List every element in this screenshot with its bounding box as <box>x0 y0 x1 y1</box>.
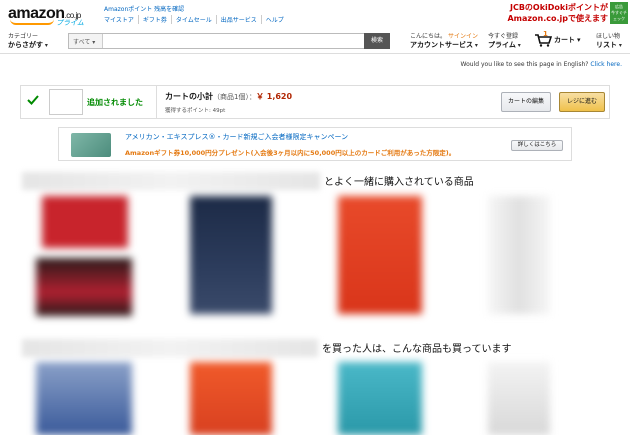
wish-small: ほしい物 <box>596 33 621 40</box>
edit-cart-button[interactable]: カートの編集 <box>501 92 551 112</box>
search-button[interactable]: 検索 <box>364 33 390 49</box>
amazon-cart-added-page: amazon.co.jp プライム Amazonポイント 残高を確認 マイストア… <box>0 0 630 435</box>
promo-check-label: 今すぐチェック <box>611 10 627 21</box>
category-menu[interactable]: カテゴリー からさがす ▾ <box>8 32 48 50</box>
jcb-promo[interactable]: JCBのOkiDokiポイントが Amazon.co.jpで使えます <box>500 2 608 24</box>
campaign-title[interactable]: アメリカン・エキスプレス®・カード新規ご入会者様限定キャンペーン <box>125 132 348 142</box>
chevron-down-icon: ▾ <box>618 42 622 49</box>
chevron-down-icon: ▾ <box>92 39 96 46</box>
nav-bar: カテゴリー からさがす ▾ すべて ▾ 検索 こんにちは。 サインイン アカウン… <box>0 30 630 54</box>
product-image[interactable] <box>488 196 550 314</box>
product-image[interactable] <box>42 196 128 248</box>
top-link-giftcard[interactable]: ギフト券 <box>139 15 172 24</box>
top-link-help[interactable]: ヘルプ <box>262 15 288 24</box>
search-scope-select[interactable]: すべて ▾ <box>69 34 103 48</box>
wish-main: リスト <box>596 41 617 49</box>
search-scope-label: すべて <box>73 39 91 46</box>
logo-prime: プライム <box>56 19 84 27</box>
product-image[interactable] <box>36 362 132 435</box>
chevron-down-icon: ▾ <box>517 42 521 49</box>
top-link-mystore[interactable]: マイストア <box>104 15 139 24</box>
product-image[interactable] <box>488 362 550 435</box>
promo-check-badge[interactable]: 広告 今すぐチェック <box>610 2 628 24</box>
frequently-bought-title: とよく一緒に購入されている商品 <box>324 177 474 188</box>
jcb-promo-line2: Amazon.co.jpで使えます <box>507 14 608 23</box>
cart-button[interactable]: 1 カート ▾ <box>534 30 581 47</box>
header-top: amazon.co.jp プライム Amazonポイント 残高を確認 マイストア… <box>0 0 630 30</box>
product-thumbnail[interactable] <box>49 89 83 115</box>
top-link-timesale[interactable]: タイムセール <box>172 15 217 24</box>
wishlist-menu[interactable]: ほしい物 リスト ▾ <box>596 32 622 50</box>
added-confirmation: 追加されました <box>21 86 157 118</box>
top-link-seller[interactable]: 出品サービス <box>217 15 262 24</box>
checkout-button[interactable]: レジに進む <box>559 92 605 112</box>
signin-link[interactable]: サインイン <box>448 33 478 40</box>
product-image[interactable] <box>190 362 272 435</box>
category-main: からさがす <box>8 41 43 49</box>
campaign-details-button[interactable]: 詳しくはこちら <box>511 140 563 151</box>
chevron-down-icon: ▾ <box>44 42 48 49</box>
subtotal-items: （商品1個）： <box>213 93 256 101</box>
cart-subtotal: カートの小計（商品1個）：￥ 1,620 <box>165 91 292 102</box>
product-image[interactable] <box>36 258 132 316</box>
prime-small: 今すぐ登録 <box>488 33 519 40</box>
prime-menu[interactable]: 今すぐ登録 プライム ▾ <box>488 32 521 50</box>
category-small: カテゴリー <box>8 33 39 40</box>
top-links: マイストア ギフト券 タイムセール 出品サービス ヘルプ <box>104 15 288 24</box>
logo-smile-icon <box>10 19 54 25</box>
product-image[interactable] <box>338 196 422 314</box>
earned-points: 獲得するポイント: 49pt <box>165 108 226 114</box>
added-message: 追加されました <box>87 98 143 107</box>
english-link[interactable]: Click here. <box>590 61 622 68</box>
also-bought-title: を買った人は、こんな商品も買っています <box>322 344 512 355</box>
prime-main: プライム <box>488 41 516 49</box>
chevron-down-icon: ▾ <box>577 36 581 44</box>
blurred-product-name <box>22 172 320 190</box>
english-prompt: Would you like to see this page in Engli… <box>461 61 622 68</box>
english-prompt-text: Would you like to see this page in Engli… <box>460 61 589 68</box>
campaign-offer: Amazonギフト券10,000円分プレゼント(入会後3ヶ月以内に50,000円… <box>125 149 456 157</box>
added-to-cart-panel: 追加されました カートの小計（商品1個）：￥ 1,620 獲得するポイント: 4… <box>20 85 610 119</box>
search-box: すべて ▾ <box>68 33 390 49</box>
chevron-down-icon: ▾ <box>474 42 478 49</box>
account-main: アカウントサービス <box>410 41 473 49</box>
points-balance-link[interactable]: Amazonポイント 残高を確認 <box>104 4 184 13</box>
subtotal-label: カートの小計 <box>165 92 213 101</box>
checkmark-icon <box>27 95 39 105</box>
amazon-logo[interactable]: amazon.co.jp プライム <box>8 3 88 27</box>
cart-count: 1 <box>543 30 548 38</box>
blurred-product-name <box>22 339 318 357</box>
amex-campaign-banner[interactable]: アメリカン・エキスプレス®・カード新規ご入会者様限定キャンペーン Amazonギ… <box>58 127 572 161</box>
account-greeting: こんにちは。 <box>410 33 447 40</box>
jcb-promo-line1: JCBのOkiDokiポイントが <box>509 3 608 12</box>
account-menu[interactable]: こんにちは。 サインイン アカウントサービス ▾ <box>410 32 478 50</box>
cart-label: カート <box>554 36 575 44</box>
product-image[interactable] <box>190 196 272 314</box>
subtotal-price: ￥ 1,620 <box>255 92 293 101</box>
product-image[interactable] <box>338 362 422 435</box>
credit-card-image <box>71 133 111 157</box>
